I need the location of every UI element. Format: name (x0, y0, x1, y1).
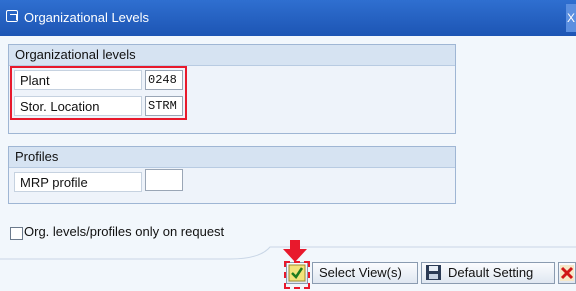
close-button[interactable]: X (566, 4, 576, 32)
save-icon (426, 265, 441, 280)
cancel-button[interactable] (558, 262, 576, 284)
title-bar: Organizational Levels X (0, 0, 576, 36)
window-title: Organizational Levels (24, 10, 150, 25)
org-levels-highlight (10, 66, 187, 120)
org-levels-on-request-checkbox[interactable] (10, 227, 23, 240)
mrp-profile-label: MRP profile (14, 172, 142, 192)
organizational-levels-icon (6, 10, 18, 22)
org-levels-on-request-label: Org. levels/profiles only on request (24, 224, 225, 239)
profiles-header: Profiles (9, 147, 455, 168)
default-setting-button[interactable]: Default Setting (421, 262, 555, 284)
continue-highlight (284, 261, 310, 289)
cancel-icon (560, 265, 574, 281)
default-setting-label: Default Setting (448, 265, 534, 280)
select-views-label: Select View(s) (319, 265, 402, 280)
mrp-profile-field[interactable] (145, 169, 183, 191)
arrow-down-icon (283, 240, 307, 262)
select-views-button[interactable]: Select View(s) (312, 262, 418, 284)
organizational-levels-header: Organizational levels (9, 45, 455, 66)
